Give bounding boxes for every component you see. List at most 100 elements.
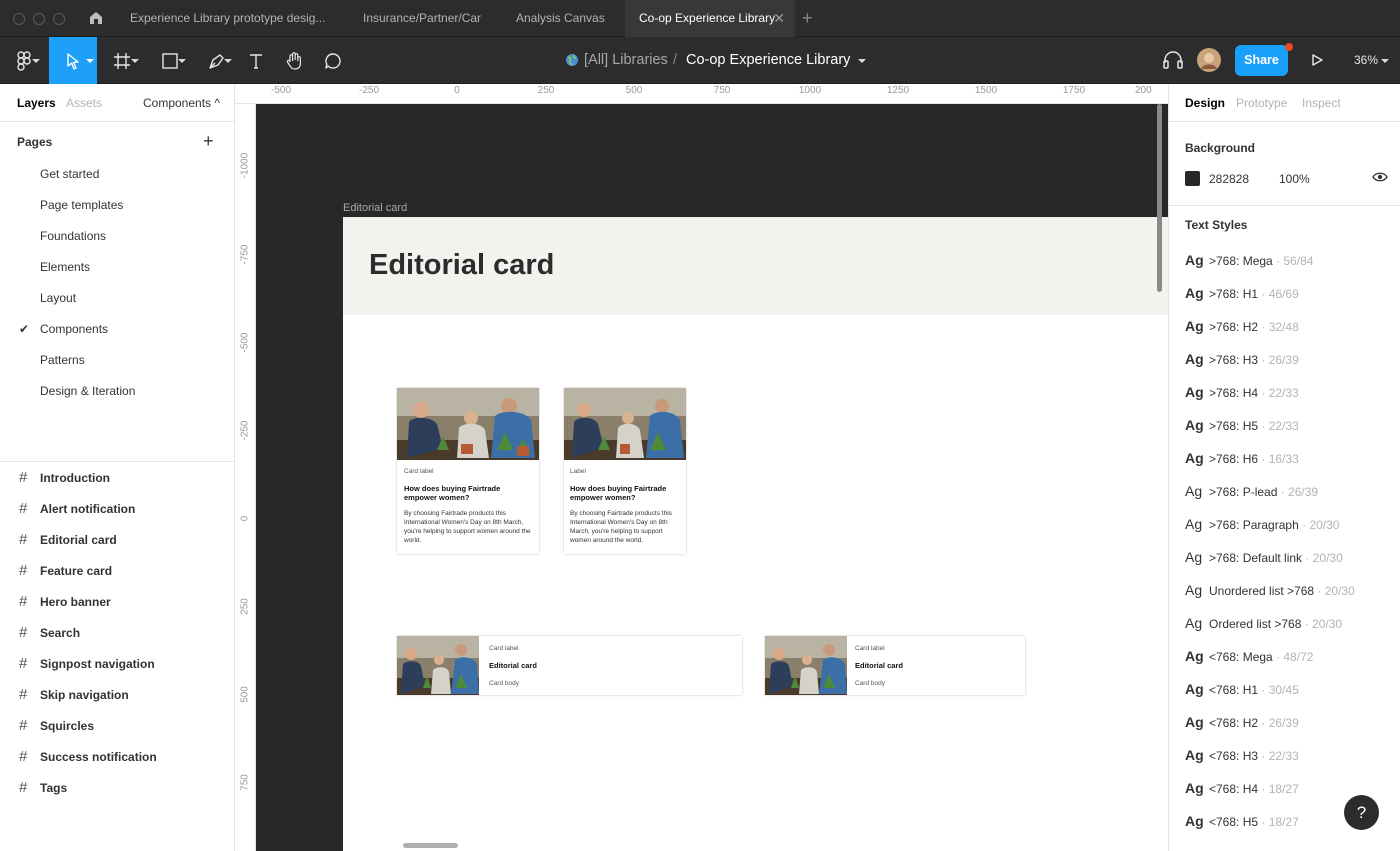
- page-item[interactable]: Page templates: [40, 198, 123, 212]
- text-style-size: · 18/27: [1258, 815, 1299, 829]
- text-style-item[interactable]: Ag <768: H5 · 18/27: [1185, 813, 1299, 833]
- text-style-item[interactable]: Ag <768: H4 · 18/27: [1185, 780, 1299, 800]
- window-zoom-button[interactable]: [53, 13, 65, 25]
- text-style-item[interactable]: Ag <768: H2 · 26/39: [1185, 714, 1299, 734]
- frame-tool-button[interactable]: [100, 37, 144, 84]
- text-style-item[interactable]: Ag <768: H1 · 30/45: [1185, 681, 1299, 701]
- share-button[interactable]: Share: [1235, 45, 1288, 76]
- tab-insurance-partner-car[interactable]: Insurance/Partner/Car: [349, 0, 495, 37]
- page-item[interactable]: Foundations: [40, 229, 106, 243]
- text-style-name: >768: Paragraph: [1209, 518, 1299, 532]
- headphones-icon[interactable]: [1162, 50, 1184, 70]
- text-style-item[interactable]: Ag >768: H1 · 46/69: [1185, 285, 1299, 305]
- background-color-swatch[interactable]: [1185, 171, 1200, 186]
- layer-frame-editorial-card[interactable]: # Editorial card: [0, 525, 234, 556]
- text-style-item[interactable]: Ag Unordered list >768 · 20/30: [1185, 582, 1355, 602]
- layer-frame-skip-navigation[interactable]: # Skip navigation: [0, 680, 234, 711]
- vertical-scrollbar[interactable]: [1157, 104, 1162, 292]
- text-style-name: >768: H3: [1209, 353, 1259, 367]
- background-hex-input[interactable]: 282828: [1209, 172, 1249, 186]
- text-style-item[interactable]: Ag >768: P-lead · 26/39: [1185, 483, 1318, 503]
- tab-assets[interactable]: Assets: [66, 96, 102, 110]
- tab-prototype[interactable]: Prototype: [1236, 96, 1287, 110]
- hand-tool-button[interactable]: [280, 37, 308, 84]
- tab-inspect[interactable]: Inspect: [1302, 96, 1341, 110]
- zoom-chevron-icon[interactable]: [1381, 59, 1389, 63]
- ruler-tick-label: -750: [239, 244, 251, 265]
- move-tool-button[interactable]: [49, 37, 97, 84]
- layer-frame-success-notification[interactable]: # Success notification: [0, 742, 234, 773]
- panel-divider: [1169, 205, 1400, 206]
- text-style-item[interactable]: Ag Ordered list >768 · 20/30: [1185, 615, 1342, 635]
- eye-icon[interactable]: [1372, 171, 1388, 183]
- comment-tool-button[interactable]: [319, 37, 347, 84]
- window-close-button[interactable]: [13, 13, 25, 25]
- editorial-card-vertical[interactable]: Card label How does buying Fairtrade emp…: [397, 388, 539, 554]
- left-panel: Layers Assets Components ^ Pages + Get s…: [0, 84, 235, 851]
- canvas[interactable]: -500 -250 0 250 500 750 1000 1250 1500 1…: [235, 84, 1168, 851]
- text-tool-button[interactable]: [242, 37, 270, 84]
- layer-frame-signpost-navigation[interactable]: # Signpost navigation: [0, 649, 234, 680]
- text-style-item[interactable]: Ag >768: Default link · 20/30: [1185, 549, 1343, 569]
- editorial-card-frame[interactable]: Editorial card Card label How does buyin…: [343, 217, 1168, 851]
- background-opacity-input[interactable]: 100%: [1279, 172, 1310, 186]
- layer-frame-feature-card[interactable]: # Feature card: [0, 556, 234, 587]
- text-style-item[interactable]: Ag <768: H3 · 22/33: [1185, 747, 1299, 767]
- close-tab-icon[interactable]: ✕: [773, 0, 785, 37]
- layer-frame-squircles[interactable]: # Squircles: [0, 711, 234, 742]
- text-style-item[interactable]: Ag >768: Paragraph · 20/30: [1185, 516, 1339, 536]
- tab-design[interactable]: Design: [1185, 96, 1225, 110]
- text-style-name: <768: Mega: [1209, 650, 1273, 664]
- text-style-item[interactable]: Ag <768: Mega · 48/72: [1185, 648, 1313, 668]
- window-minimize-button[interactable]: [33, 13, 45, 25]
- tab-analysis-canvas[interactable]: Analysis Canvas: [502, 0, 628, 37]
- text-style-item[interactable]: Ag >768: H6 · 16/33: [1185, 450, 1299, 470]
- text-style-item[interactable]: Ag >768: Mega · 56/84: [1185, 252, 1313, 272]
- text-style-item[interactable]: Ag >768: H3 · 26/39: [1185, 351, 1299, 371]
- editorial-card-vertical-narrow[interactable]: Label How does buying Fairtrade empower …: [564, 388, 686, 554]
- page-item[interactable]: Layout: [40, 291, 76, 305]
- horizontal-scrollbar[interactable]: [403, 843, 458, 848]
- page-item[interactable]: Elements: [40, 260, 90, 274]
- breadcrumb-team[interactable]: [All] Libraries: [584, 37, 668, 84]
- zoom-level[interactable]: 36%: [1354, 37, 1378, 84]
- layer-frame-alert-notification[interactable]: # Alert notification: [0, 494, 234, 525]
- move-cursor-icon: [67, 52, 79, 69]
- pen-tool-button[interactable]: [195, 37, 239, 84]
- breadcrumb-file-name[interactable]: Co-op Experience Library: [686, 37, 850, 84]
- file-menu-chevron-icon[interactable]: [858, 59, 866, 63]
- layer-frame-hero-banner[interactable]: # Hero banner: [0, 587, 234, 618]
- right-panel: Design Prototype Inspect Background 2828…: [1168, 84, 1400, 851]
- new-tab-button[interactable]: +: [802, 8, 813, 28]
- text-style-item[interactable]: Ag >768: H4 · 22/33: [1185, 384, 1299, 404]
- tab-layers[interactable]: Layers: [17, 96, 56, 110]
- text-style-preview-icon: Ag: [1185, 285, 1204, 301]
- frame-icon: #: [19, 717, 28, 734]
- main-menu-button[interactable]: [0, 37, 48, 84]
- editorial-card-horizontal[interactable]: Card label Editorial card Card body: [397, 636, 742, 695]
- page-item-current[interactable]: Components: [40, 322, 108, 336]
- avatar[interactable]: [1197, 48, 1221, 72]
- tab-co-op-experience-library[interactable]: Co-op Experience Library ✕: [625, 0, 795, 37]
- frame-icon: [114, 52, 130, 69]
- play-icon[interactable]: [1310, 53, 1324, 67]
- text-style-item[interactable]: Ag >768: H2 · 32/48: [1185, 318, 1299, 338]
- editorial-card-horizontal[interactable]: Card label Editorial card Card body: [765, 636, 1025, 695]
- help-button[interactable]: ?: [1344, 795, 1379, 830]
- page-item[interactable]: Design & Iteration: [40, 384, 135, 398]
- card-label: Label: [570, 468, 586, 475]
- page-item[interactable]: Get started: [40, 167, 99, 181]
- home-icon[interactable]: [86, 8, 106, 28]
- add-page-button[interactable]: +: [203, 132, 214, 150]
- tab-experience-library-prototype[interactable]: Experience Library prototype desig...: [116, 0, 342, 37]
- tab-components-dropdown[interactable]: Components ^: [143, 96, 220, 110]
- text-style-item[interactable]: Ag >768: H5 · 22/33: [1185, 417, 1299, 437]
- layer-frame-introduction[interactable]: # Introduction: [0, 463, 234, 494]
- layer-frame-tags[interactable]: # Tags: [0, 773, 234, 804]
- frame-name-label[interactable]: Editorial card: [343, 202, 407, 214]
- ruler-tick-label: 200: [1135, 85, 1152, 96]
- shape-tool-button[interactable]: [148, 37, 192, 84]
- frame-icon: #: [19, 500, 28, 517]
- page-item[interactable]: Patterns: [40, 353, 85, 367]
- layer-frame-search[interactable]: # Search: [0, 618, 234, 649]
